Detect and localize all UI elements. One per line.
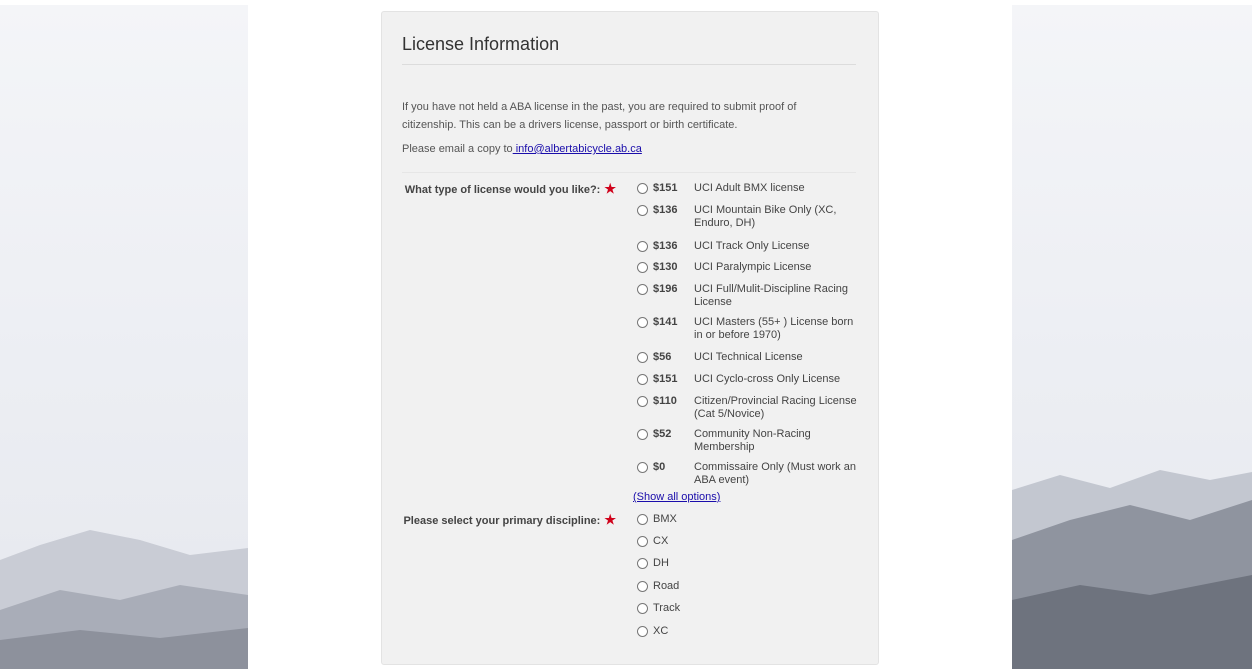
radio-button[interactable]: [637, 374, 648, 385]
option-price: $151: [653, 373, 678, 385]
option-label: UCI Adult BMX license: [694, 182, 805, 194]
discipline-option-0[interactable]: BMX: [637, 513, 677, 525]
option-label: XC: [653, 625, 669, 637]
option-label: Community Non-Racing Membership: [694, 428, 811, 453]
option-label: UCI Track Only License: [694, 240, 810, 252]
option-label: UCI Masters (55+ ) License born in or be…: [694, 316, 854, 341]
radio-button[interactable]: [637, 396, 648, 407]
option-label: DH: [653, 557, 669, 569]
email-prefix: Please email a copy to: [402, 143, 513, 155]
license-option-3[interactable]: $130 UCI Paralympic License: [637, 261, 859, 274]
radio-button[interactable]: [637, 183, 648, 194]
license-option-4[interactable]: $196 UCI Full/Mulit-Discipline Racing Li…: [637, 283, 859, 309]
radio-button[interactable]: [637, 626, 648, 637]
license-type-label: What type of license would you like?: ★: [405, 181, 616, 197]
license-option-2[interactable]: $136 UCI Track Only License: [637, 240, 859, 253]
option-label: UCI Cyclo-cross Only License: [694, 373, 841, 385]
option-label: Road: [653, 580, 680, 592]
license-option-0[interactable]: $151 UCI Adult BMX license: [637, 182, 859, 195]
radio-button[interactable]: [637, 536, 648, 547]
discipline-option-1[interactable]: CX: [637, 535, 668, 547]
primary-discipline-label: Please select your primary discipline: ★: [403, 512, 616, 528]
discipline-option-3[interactable]: Road: [637, 580, 679, 592]
required-star-icon: ★: [604, 512, 616, 527]
divider: [402, 172, 856, 173]
option-price: $130: [653, 261, 678, 273]
option-price: $141: [653, 316, 678, 328]
section-title: License Information: [402, 34, 856, 65]
radio-button[interactable]: [637, 558, 648, 569]
option-price: $0: [653, 461, 666, 473]
license-option-9[interactable]: $52 Community Non-Racing Membership: [637, 428, 859, 454]
page-content: License Information If you have not held…: [248, 5, 1012, 669]
discipline-option-2[interactable]: DH: [637, 557, 669, 569]
option-price: $151: [653, 182, 678, 194]
required-star-icon: ★: [604, 181, 616, 196]
radio-button[interactable]: [637, 284, 648, 295]
radio-button[interactable]: [637, 262, 648, 273]
option-price: $56: [653, 351, 672, 363]
license-option-8[interactable]: $110 Citizen/Provincial Racing License (…: [637, 395, 859, 421]
radio-button[interactable]: [637, 603, 648, 614]
radio-button[interactable]: [637, 514, 648, 525]
discipline-option-4[interactable]: Track: [637, 602, 680, 614]
radio-button[interactable]: [637, 205, 648, 216]
radio-button[interactable]: [637, 462, 648, 473]
radio-button[interactable]: [637, 429, 648, 440]
option-label: UCI Mountain Bike Only (XC, Enduro, DH): [694, 204, 837, 229]
intro-text: If you have not held a ABA license in th…: [402, 101, 797, 131]
license-option-6[interactable]: $56 UCI Technical License: [637, 351, 859, 364]
license-option-7[interactable]: $151 UCI Cyclo-cross Only License: [637, 373, 859, 386]
option-price: $110: [653, 395, 677, 407]
option-label: CX: [653, 535, 669, 547]
option-label: UCI Technical License: [694, 351, 803, 363]
license-information-card: License Information If you have not held…: [381, 11, 879, 665]
option-price: $136: [653, 240, 678, 252]
discipline-option-5[interactable]: XC: [637, 625, 668, 637]
primary-discipline-label-text: Please select your primary discipline:: [403, 515, 601, 527]
license-option-1[interactable]: $136 UCI Mountain Bike Only (XC, Enduro,…: [637, 204, 859, 230]
option-label: Track: [653, 602, 681, 614]
radio-button[interactable]: [637, 352, 648, 363]
option-label: Commissaire Only (Must work an ABA event…: [694, 461, 856, 486]
option-price: $136: [653, 204, 678, 216]
option-label: Citizen/Provincial Racing License (Cat 5…: [694, 395, 857, 420]
email-link[interactable]: info@albertabicycle.ab.ca: [513, 143, 642, 155]
option-label: UCI Full/Mulit-Discipline Racing License: [694, 283, 849, 308]
option-label: UCI Paralympic License: [694, 261, 812, 273]
radio-button[interactable]: [637, 581, 648, 592]
radio-button[interactable]: [637, 317, 648, 328]
email-instruction: Please email a copy to info@albertabicyc…: [402, 143, 642, 155]
license-type-label-text: What type of license would you like?:: [404, 184, 601, 196]
option-price: $52: [653, 428, 672, 440]
license-option-5[interactable]: $141 UCI Masters (55+ ) License born in …: [637, 316, 859, 342]
radio-button[interactable]: [637, 241, 648, 252]
license-option-10[interactable]: $0 Commissaire Only (Must work an ABA ev…: [637, 461, 859, 487]
option-price: $196: [653, 283, 678, 295]
option-label: BMX: [653, 513, 677, 525]
show-all-options-link[interactable]: (Show all options): [633, 491, 720, 503]
